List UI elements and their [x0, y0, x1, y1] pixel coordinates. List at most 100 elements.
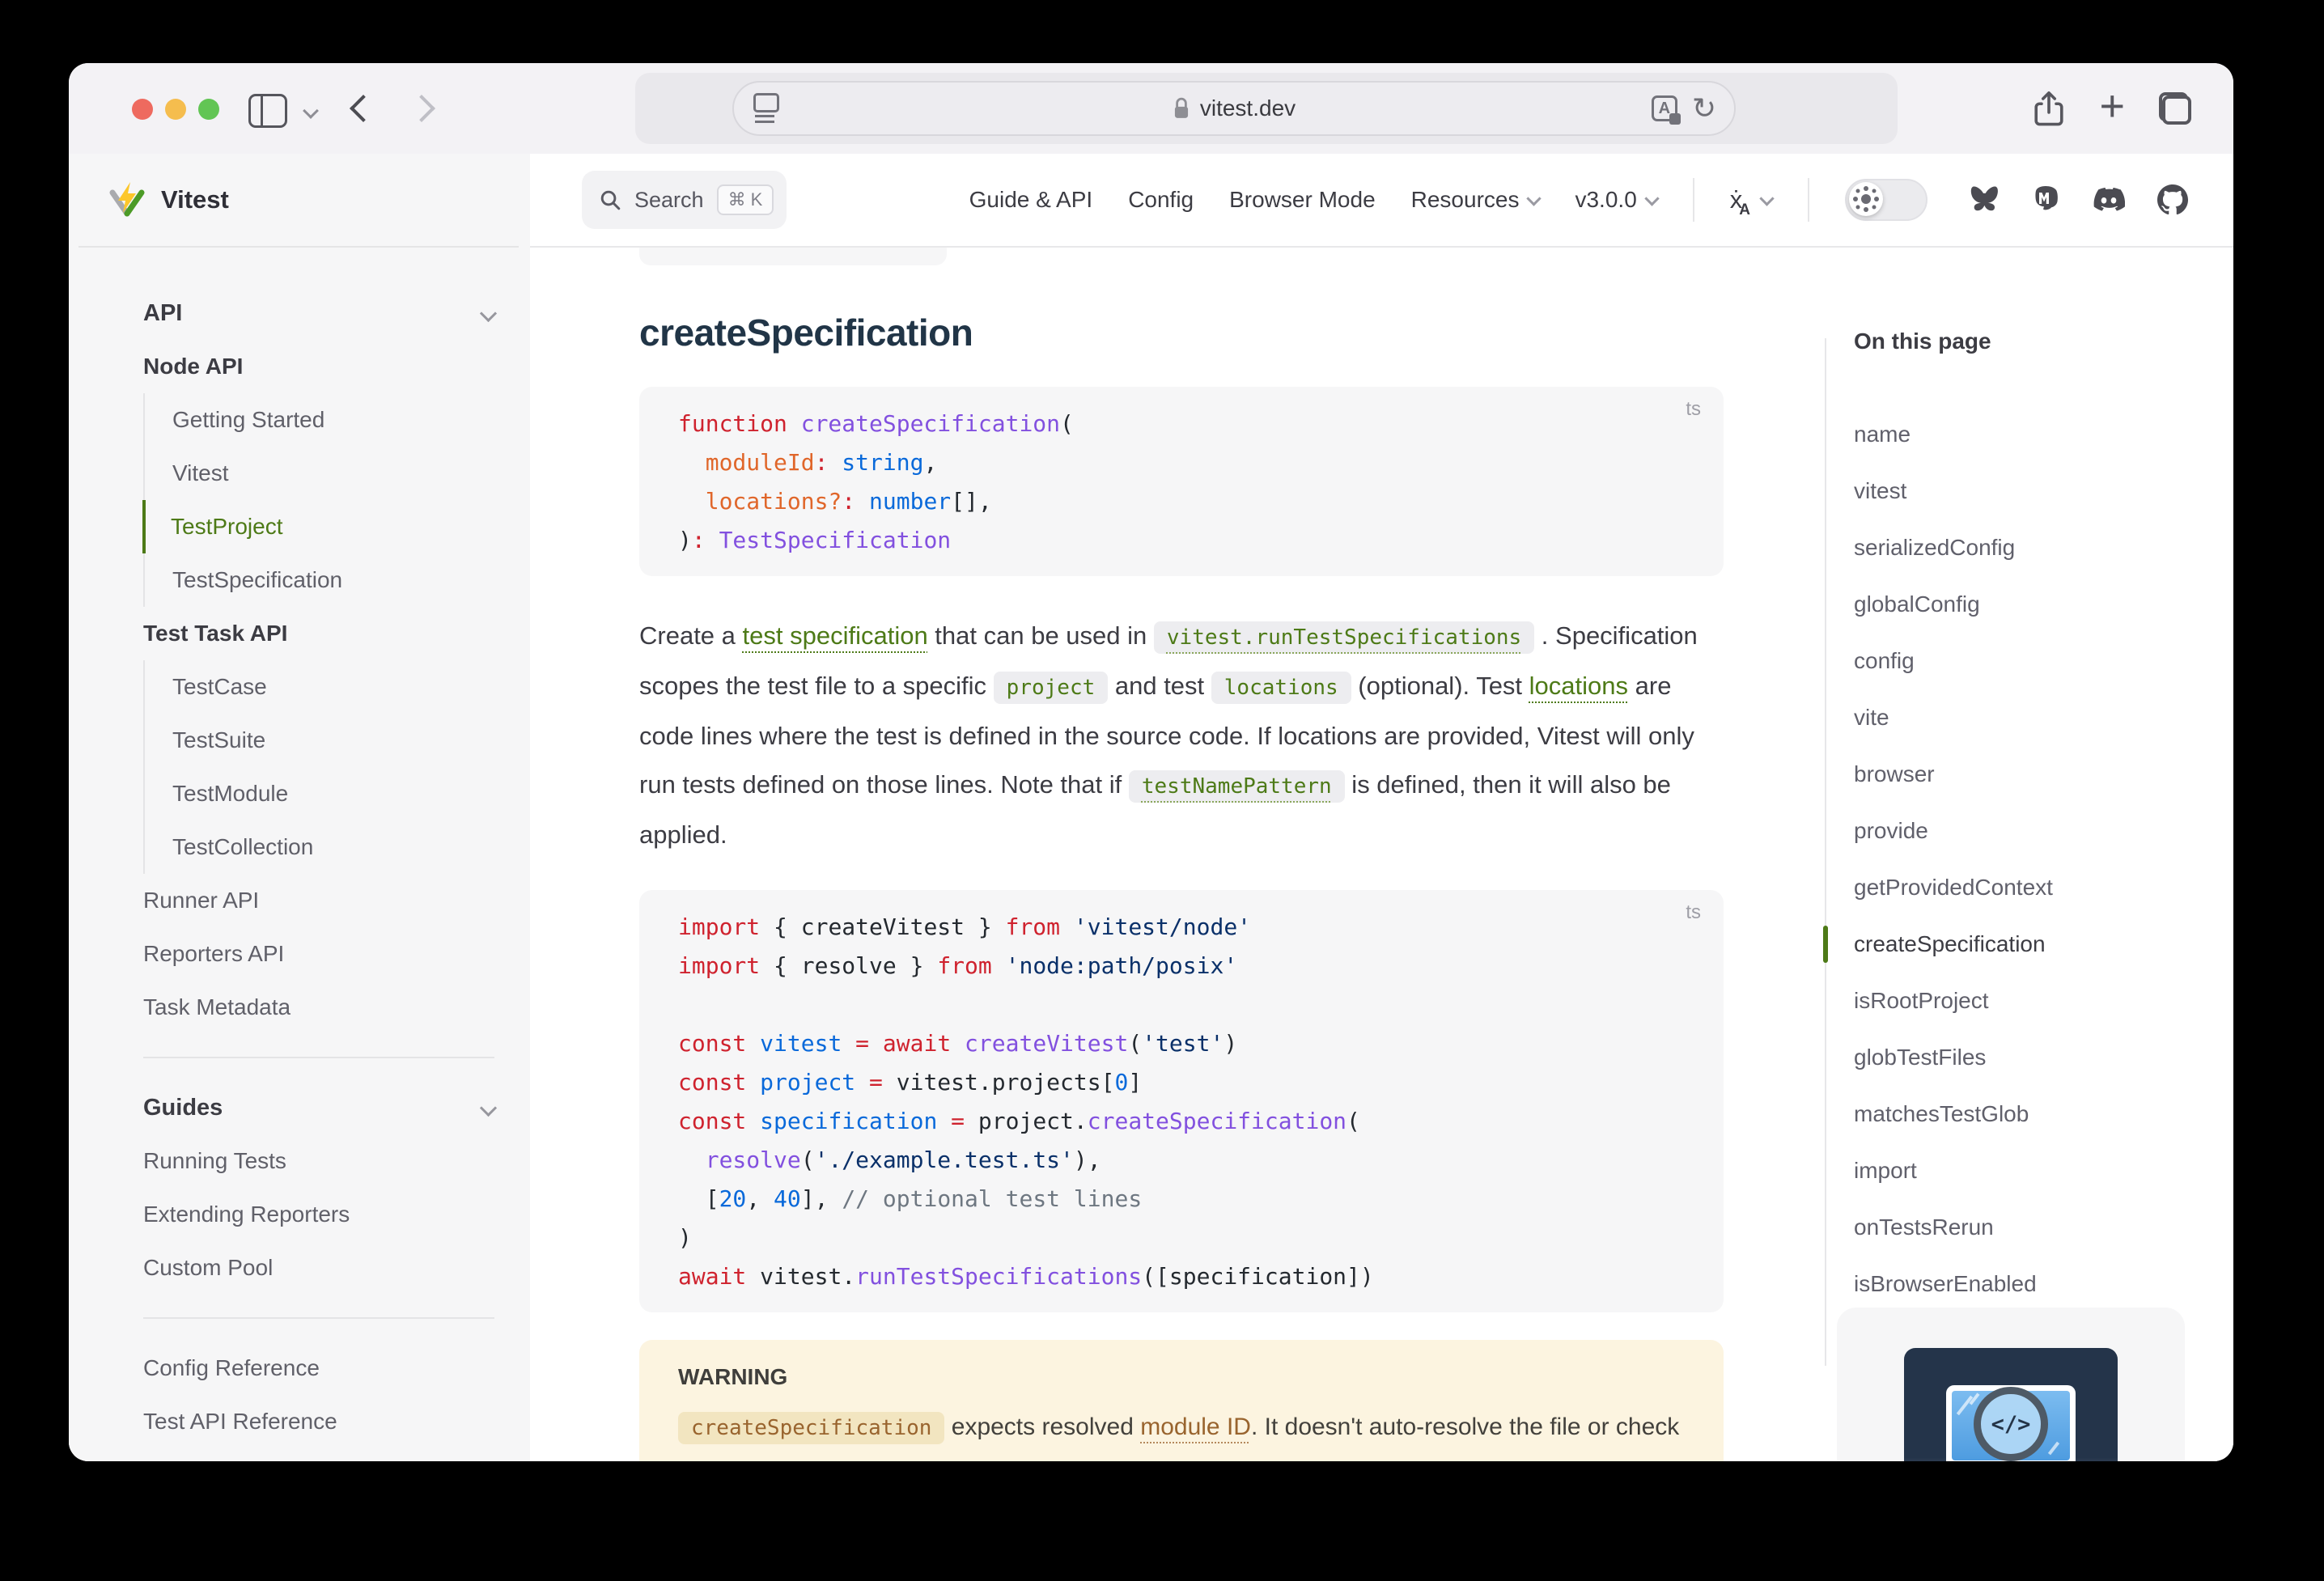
minimize-window-button[interactable]	[165, 99, 186, 120]
scrolled-code-block-remnant	[639, 248, 947, 265]
sidebar-item-label: Getting Started	[172, 407, 324, 433]
language-menu[interactable]: ẋA	[1730, 185, 1772, 214]
sidebar-divider	[143, 1057, 494, 1058]
sidebar-item-testproject[interactable]: TestProject	[142, 500, 494, 553]
toc-item-globalconfig[interactable]: globalConfig	[1825, 576, 2233, 633]
sidebar-item-testcollection[interactable]: TestCollection	[143, 820, 494, 874]
code-line: const vitest = await createVitest('test'…	[678, 1024, 1685, 1063]
theme-toggle[interactable]	[1845, 179, 1927, 221]
toc-item-isrootproject[interactable]: isRootProject	[1825, 973, 2233, 1029]
sidebar-item-label: Reporters API	[143, 941, 284, 967]
sponsor-card[interactable]: </>	[1837, 1308, 2185, 1461]
code-line: import { createVitest } from 'vitest/nod…	[678, 908, 1685, 947]
inline-link-test-specification[interactable]: test specification	[743, 621, 928, 650]
nav-link-config[interactable]: Config	[1128, 187, 1194, 213]
sidebar-item-testsuite[interactable]: TestSuite	[143, 714, 494, 767]
sidebar-item-label: TestCollection	[172, 834, 313, 860]
chevron-down-icon	[480, 304, 497, 321]
toc-item-name[interactable]: name	[1825, 406, 2233, 463]
toc-item-createspecification[interactable]: createSpecification	[1825, 916, 2233, 973]
chevron-down-icon	[480, 1099, 497, 1116]
code[interactable]: import { createVitest } from 'vitest/nod…	[639, 908, 1724, 1296]
toc-item-vitest[interactable]: vitest	[1825, 463, 2233, 519]
code-line: const specification = project.createSpec…	[678, 1102, 1685, 1141]
share-icon[interactable]	[2033, 90, 2065, 127]
close-window-button[interactable]	[132, 99, 153, 120]
toc-item-getprovidedcontext[interactable]: getProvidedContext	[1825, 859, 2233, 916]
code-line: )	[678, 1219, 1685, 1257]
code-block-signature: ts function createSpecification( moduleI…	[639, 387, 1724, 576]
toc-item-serializedconfig[interactable]: serializedConfig	[1825, 519, 2233, 576]
code-line: locations?: number[],	[678, 482, 1685, 521]
toc-item-ontestsrerun[interactable]: onTestsRerun	[1825, 1199, 2233, 1256]
nav-link-browser-mode[interactable]: Browser Mode	[1229, 187, 1376, 213]
translate-icon[interactable]: A	[1652, 95, 1677, 121]
page-content: createSpecification ts function createSp…	[530, 248, 2233, 1461]
inline-link-locations[interactable]: locations	[1529, 672, 1628, 700]
toc-item-import[interactable]: import	[1825, 1142, 2233, 1199]
inline-code-link-vitest-runtestspecifications[interactable]: vitest.runTestSpecifications	[1154, 621, 1534, 654]
toc-item-matchestestglob[interactable]: matchesTestGlob	[1825, 1086, 2233, 1142]
sidebar-item-label: TestSpecification	[172, 567, 342, 593]
sidebar-item-running-tests[interactable]: Running Tests	[143, 1134, 494, 1188]
toc-item-provide[interactable]: provide	[1825, 803, 2233, 859]
mastodon-icon[interactable]	[2031, 184, 2060, 215]
nav-link-resources[interactable]: Resources	[1411, 187, 1540, 213]
sidebar-nav: APINode API Getting Started VitestTestProj…	[69, 248, 530, 1461]
sidebar-item-node-api[interactable]: Node API	[143, 340, 494, 393]
sidebar-item-test-api-reference[interactable]: Test API Reference	[143, 1395, 494, 1448]
sidebar-divider	[143, 1317, 494, 1319]
sidebar-toggle-icon[interactable]	[248, 94, 287, 128]
sidebar-item-guides[interactable]: Guides	[143, 1081, 494, 1134]
github-icon[interactable]	[2157, 184, 2188, 215]
inline-link-module-id[interactable]: module ID	[1140, 1414, 1251, 1440]
toc-item-globtestfiles[interactable]: globTestFiles	[1825, 1029, 2233, 1086]
toc-item-browser[interactable]: browser	[1825, 746, 2233, 803]
sidebar-item-testcase[interactable]: TestCase	[143, 660, 494, 714]
reload-icon[interactable]: ↻	[1692, 94, 1716, 123]
nav-link-v3-0-0[interactable]: v3.0.0	[1575, 187, 1656, 213]
sidebar-item-runner-api[interactable]: Runner API	[143, 874, 494, 927]
toc-item-isbrowserenabled[interactable]: isBrowserEnabled	[1825, 1256, 2233, 1312]
sidebar-item-label: TestSuite	[172, 727, 265, 753]
site-title: Vitest	[161, 185, 229, 214]
nav-link-guide-api[interactable]: Guide & API	[969, 187, 1093, 213]
vitest-logo-icon	[108, 180, 146, 219]
sidebar-item-label: Running Tests	[143, 1148, 286, 1174]
code-line: import { resolve } from 'node:path/posix…	[678, 947, 1685, 985]
code-line: moduleId: string,	[678, 443, 1685, 482]
sidebar-item-extending-reporters[interactable]: Extending Reporters	[143, 1188, 494, 1241]
toc-item-vite[interactable]: vite	[1825, 689, 2233, 746]
sidebar-item-testmodule[interactable]: TestModule	[143, 767, 494, 820]
new-tab-button[interactable]: +	[2099, 84, 2125, 128]
vitest-docs-site: Vitest APINode APIGetting StartedVitestT…	[69, 154, 2233, 1461]
sidebar-item-testspecification[interactable]: TestSpecification	[143, 553, 494, 607]
search-placeholder: Search	[634, 188, 704, 213]
code-line: resolve('./example.test.ts'),	[678, 1141, 1685, 1180]
search-input[interactable]: Search ⌘ K	[582, 171, 787, 229]
sponsor-illustration: </>	[1904, 1348, 2118, 1461]
sidebar-item-config-reference[interactable]: Config Reference	[143, 1342, 494, 1395]
sidebar-item-test-task-api[interactable]: Test Task API	[143, 607, 494, 660]
site-logo[interactable]: Vitest	[78, 154, 519, 248]
code[interactable]: function createSpecification( moduleId: …	[639, 405, 1724, 560]
traffic-lights	[132, 99, 219, 120]
sidebar-item-label: Custom Pool	[143, 1255, 273, 1281]
back-button[interactable]	[350, 95, 377, 122]
sidebar-item-reporters-api[interactable]: Reporters API	[143, 927, 494, 981]
address-bar[interactable]: vitest.dev A ↻	[732, 81, 1736, 136]
browser-window: vitest.dev A ↻ +	[69, 63, 2233, 1461]
bluesky-icon[interactable]	[1968, 186, 1999, 214]
inline-code-createspecification: createSpecification	[678, 1412, 944, 1444]
sidebar-item-getting-started[interactable]: Getting Started	[143, 393, 494, 447]
sidebar-item-custom-pool[interactable]: Custom Pool	[143, 1241, 494, 1295]
sidebar-item-vitest[interactable]: Vitest	[143, 447, 494, 500]
zoom-window-button[interactable]	[198, 99, 219, 120]
toc-item-config[interactable]: config	[1825, 633, 2233, 689]
sidebar-menu-chevron-icon[interactable]	[303, 103, 319, 119]
discord-icon[interactable]	[2093, 187, 2125, 213]
sidebar-item-task-metadata[interactable]: Task Metadata	[143, 981, 494, 1034]
inline-code-link-testnamepattern[interactable]: testNamePattern	[1129, 770, 1345, 803]
sidebar-item-api[interactable]: API	[143, 286, 494, 340]
tab-overview-icon[interactable]	[2159, 92, 2191, 125]
